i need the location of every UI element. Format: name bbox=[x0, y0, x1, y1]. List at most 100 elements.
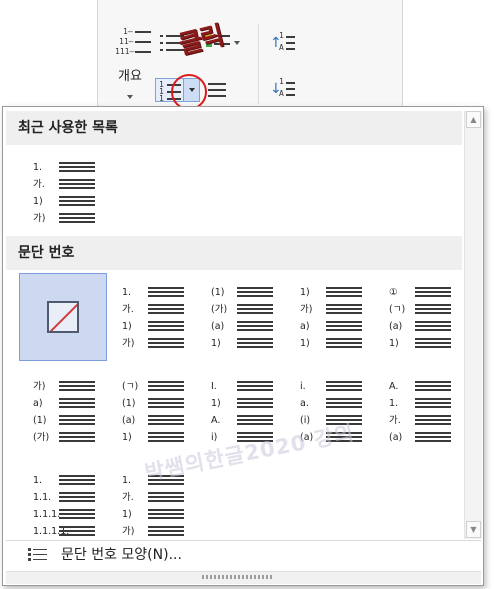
placeholder-text-lines bbox=[148, 492, 184, 504]
thumbnail-row: 1) bbox=[375, 338, 463, 355]
numbering-label: i) bbox=[211, 432, 218, 443]
thumbnail-row: (가) bbox=[197, 304, 285, 321]
placeholder-text-lines bbox=[148, 338, 184, 350]
resize-grip[interactable] bbox=[6, 571, 481, 584]
paragraph-numbering-format-menu-item[interactable]: 문단 번호 모양(N)... bbox=[6, 541, 481, 567]
placeholder-text-lines bbox=[59, 381, 95, 393]
numbering-label: 1) bbox=[300, 287, 310, 298]
numbering-dropdown-panel: 최근 사용한 목록 1. 가. 1) 가) 문단 번호 1. 가. 1) 가) (1) (가)(… bbox=[2, 106, 484, 586]
numbering-label: (가) bbox=[33, 432, 50, 443]
numbering-label: (a) bbox=[122, 415, 136, 426]
thumbnail-row: 가. bbox=[19, 179, 107, 196]
numbering-style-thumbnail[interactable]: 가) a) (1) (가) bbox=[19, 367, 107, 455]
placeholder-text-lines bbox=[415, 321, 451, 333]
ribbon-divider bbox=[258, 24, 259, 104]
thumbnail-row: (a) bbox=[197, 321, 285, 338]
numbering-style-thumbnail[interactable]: 1. 1.1. 1.1.1. 1.1.1.1. bbox=[19, 461, 107, 549]
numbering-label: A. bbox=[211, 415, 221, 426]
placeholder-text-lines bbox=[415, 415, 451, 427]
sort-descending-icon[interactable]: ↓ 1 A bbox=[270, 78, 296, 102]
placeholder-text-lines bbox=[237, 398, 273, 410]
thumbnail-row: 1) bbox=[286, 338, 374, 355]
thumbnail-row: 1. bbox=[375, 398, 463, 415]
numbering-style-thumbnail[interactable]: i. a. (i) (a) bbox=[286, 367, 374, 455]
outline-mark-3: 111— bbox=[115, 47, 135, 56]
placeholder-text-lines bbox=[415, 287, 451, 299]
numbering-label: (a) bbox=[389, 432, 403, 443]
placeholder-text-lines bbox=[237, 432, 273, 444]
outline-label[interactable]: 개요 bbox=[118, 65, 142, 84]
numbering-label: I. bbox=[211, 381, 217, 392]
numbering-label: 1) bbox=[122, 509, 132, 520]
thumbnail-row: 1. bbox=[19, 162, 107, 179]
sort-down-mark-2: A bbox=[279, 89, 284, 98]
placeholder-text-lines bbox=[148, 321, 184, 333]
placeholder-text-lines bbox=[326, 304, 362, 316]
numbering-style-thumbnail[interactable]: A. 1. 가. (a) bbox=[375, 367, 463, 455]
numbering-label: 가) bbox=[33, 381, 46, 392]
placeholder-text-lines bbox=[59, 432, 95, 444]
thumbnail-row: 1. bbox=[108, 475, 196, 492]
thumbnail-row: 가. bbox=[375, 415, 463, 432]
no-numbering-icon bbox=[47, 301, 79, 333]
thumbnail-row: i. bbox=[286, 381, 374, 398]
thumbnail-row: (1) bbox=[19, 415, 107, 432]
placeholder-text-lines bbox=[326, 432, 362, 444]
placeholder-text-lines bbox=[415, 304, 451, 316]
numbering-label: ① bbox=[389, 287, 398, 298]
numbering-style-thumbnail[interactable]: (1) (가) (a) 1) bbox=[197, 273, 285, 361]
thumbnail-row: 가) bbox=[19, 381, 107, 398]
thumbnail-row: 가. bbox=[108, 304, 196, 321]
placeholder-text-lines bbox=[59, 398, 95, 410]
numbering-label: (1) bbox=[33, 415, 47, 426]
placeholder-text-lines bbox=[59, 492, 95, 504]
numbering-label: 1. bbox=[33, 475, 43, 486]
outline-numbering-icon[interactable]: 1— 11— 111— bbox=[115, 28, 155, 60]
recent-list-header: 최근 사용한 목록 bbox=[6, 111, 462, 145]
numbering-label: i. bbox=[300, 381, 306, 392]
numbering-label: a. bbox=[300, 398, 309, 409]
numbering-style-thumbnail[interactable]: 1. 가. 1) 가) bbox=[108, 273, 196, 361]
sort-ascending-icon[interactable]: ↑ 1 A bbox=[270, 32, 296, 56]
thumbnail-row: (i) bbox=[286, 415, 374, 432]
thumbnail-row: (a) bbox=[375, 321, 463, 338]
numbering-style-thumbnail[interactable]: 1) 가) a) 1) bbox=[286, 273, 374, 361]
numbering-style-thumbnail[interactable]: 1. 가. 1) 가) bbox=[19, 148, 107, 236]
numbering-style-thumbnail[interactable]: I. 1) A. i) bbox=[197, 367, 285, 455]
placeholder-text-lines bbox=[148, 432, 184, 444]
placeholder-text-lines bbox=[326, 398, 362, 410]
thumbnail-row: 1) bbox=[197, 398, 285, 415]
arrow-up-icon[interactable]: ▲ bbox=[466, 111, 481, 128]
numbering-style-thumbnail[interactable]: 1. 가. 1) 가) bbox=[108, 461, 196, 549]
num-mark-3: 1 bbox=[159, 94, 164, 103]
thumbnail-row: 1) bbox=[108, 432, 196, 449]
numbering-label: (a) bbox=[211, 321, 225, 332]
thumbnail-row: (가) bbox=[19, 432, 107, 449]
placeholder-text-lines bbox=[59, 526, 95, 538]
numbering-style-thumbnail[interactable] bbox=[19, 273, 107, 361]
placeholder-text-lines bbox=[148, 509, 184, 521]
gallery-scrollbar[interactable]: ▲ ▼ bbox=[464, 111, 482, 539]
thumbnail-row: 1) bbox=[197, 338, 285, 355]
thumbnail-row: (1) bbox=[108, 398, 196, 415]
placeholder-text-lines bbox=[326, 381, 362, 393]
placeholder-text-lines bbox=[148, 475, 184, 487]
arrow-down-icon[interactable]: ▼ bbox=[466, 521, 481, 538]
chevron-down-icon[interactable] bbox=[127, 95, 133, 99]
placeholder-text-lines bbox=[59, 162, 95, 174]
numbering-label: 가. bbox=[122, 492, 134, 503]
placeholder-text-lines bbox=[59, 179, 95, 191]
numbering-label: (i) bbox=[300, 415, 311, 426]
align-list-icon[interactable] bbox=[208, 81, 228, 99]
numbering-style-thumbnail[interactable]: (ㄱ) (1) (a) 1) bbox=[108, 367, 196, 455]
placeholder-text-lines bbox=[237, 338, 273, 350]
thumbnail-row: a. bbox=[286, 398, 374, 415]
numbering-label: 가. bbox=[122, 304, 134, 315]
thumbnail-row: 1) bbox=[108, 321, 196, 338]
thumbnail-row: a) bbox=[286, 321, 374, 338]
numbering-style-thumbnail[interactable]: ① (ㄱ) (a) 1) bbox=[375, 273, 463, 361]
placeholder-text-lines bbox=[415, 381, 451, 393]
numbering-label: 가) bbox=[122, 526, 135, 537]
placeholder-text-lines bbox=[237, 415, 273, 427]
placeholder-text-lines bbox=[326, 321, 362, 333]
